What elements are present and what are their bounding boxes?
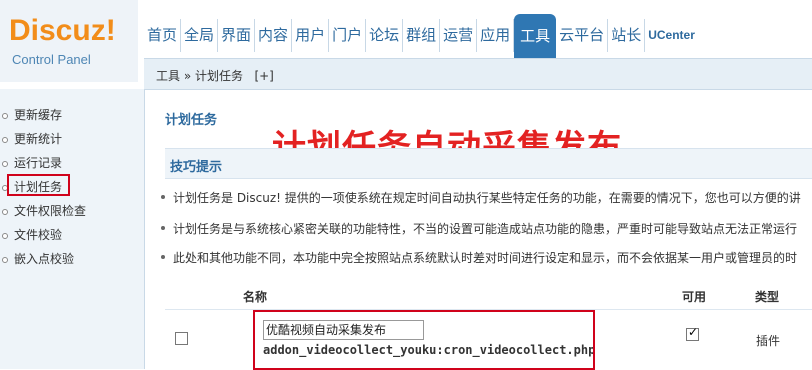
tips-header: 技巧提示 <box>165 148 812 179</box>
nav-operations[interactable]: 运营 <box>440 19 478 52</box>
top-nav: 首页 全局 界面 内容 用户 门户 论坛 群组 运营 应用 工具 云平台 站长 … <box>144 14 698 58</box>
nav-home[interactable]: 首页 <box>144 19 182 52</box>
sidebar-item-label: 更新统计 <box>14 132 63 146</box>
nav-groups[interactable]: 群组 <box>403 19 441 52</box>
bullet-icon <box>161 195 165 199</box>
column-header-name: 名称 <box>243 290 268 304</box>
column-header-available: 可用 <box>682 290 707 304</box>
nav-forum[interactable]: 论坛 <box>366 19 404 52</box>
breadcrumb-bar: 工具 » 计划任务 [+] <box>144 58 812 90</box>
bullet-icon <box>161 226 165 230</box>
bullet-icon <box>2 137 8 143</box>
nav-webmaster[interactable]: 站长 <box>608 19 646 52</box>
sidebar-item-label: 运行记录 <box>14 156 63 170</box>
nav-ucenter[interactable]: UCenter <box>645 19 698 52</box>
sidebar: 更新缓存 更新统计 运行记录 计划任务 文件权限检查 文件校验 嵌入点校验 <box>0 89 145 369</box>
sidebar-item-label: 更新缓存 <box>14 108 63 122</box>
nav-interface[interactable]: 界面 <box>218 19 256 52</box>
sidebar-item-label: 文件权限检查 <box>14 204 87 218</box>
breadcrumb-expand[interactable]: [+] <box>254 69 273 83</box>
nav-tools[interactable]: 工具 <box>514 14 557 58</box>
tip-text: 此处和其他功能不同，本功能中完全按照站点系统默认时差对时间进行设定和显示，而不会… <box>173 251 798 265</box>
annotation-highlight-row <box>253 310 595 370</box>
tip-item: 计划任务是与系统核心紧密关联的功能特性，不当的设置可能造成站点功能的隐患，严重时… <box>161 220 798 237</box>
nav-global[interactable]: 全局 <box>181 19 219 52</box>
logo-subtitle: Control Panel <box>12 52 91 67</box>
bullet-icon <box>2 113 8 119</box>
nav-cloud[interactable]: 云平台 <box>556 19 609 52</box>
logo-brand: Discuz! <box>9 14 116 47</box>
nav-users[interactable]: 用户 <box>292 19 330 52</box>
checkmark-icon: ✓ <box>688 325 699 339</box>
breadcrumb-path: 工具 » 计划任务 <box>156 69 243 83</box>
nav-portal[interactable]: 门户 <box>329 19 367 52</box>
available-checkbox[interactable]: ✓ <box>686 325 699 341</box>
sidebar-item-label: 嵌入点校验 <box>14 252 75 266</box>
tips-title: 技巧提示 <box>170 160 223 175</box>
header: Discuz! Control Panel 首页 全局 界面 内容 用户 门户 … <box>0 0 812 90</box>
tip-text: 计划任务是 Discuz! 提供的一项使系统在规定时间自动执行某些特定任务的功能… <box>173 191 801 205</box>
bullet-icon <box>2 209 8 215</box>
bullet-icon <box>2 257 8 263</box>
row-select-checkbox[interactable] <box>175 332 188 345</box>
task-type: 插件 <box>756 334 781 348</box>
annotation-highlight-sidebar <box>7 174 70 196</box>
bullet-icon <box>161 255 165 259</box>
nav-content[interactable]: 内容 <box>255 19 293 52</box>
breadcrumb: 工具 » 计划任务 [+] <box>156 67 274 84</box>
page-title: 计划任务 <box>165 113 218 128</box>
main-content: 计划任务 计划任务自动采集发布 技巧提示 计划任务是 Discuz! 提供的一项… <box>145 89 812 370</box>
bullet-icon <box>2 161 8 167</box>
nav-apps[interactable]: 应用 <box>477 19 515 52</box>
tip-item: 此处和其他功能不同，本功能中完全按照站点系统默认时差对时间进行设定和显示，而不会… <box>161 249 798 266</box>
logo[interactable]: Discuz! Control Panel <box>0 0 138 82</box>
table-header: 名称 可用 类型 <box>165 284 812 306</box>
sidebar-item-label: 文件校验 <box>14 228 63 242</box>
tip-item: 计划任务是 Discuz! 提供的一项使系统在规定时间自动执行某些特定任务的功能… <box>161 189 801 206</box>
table-row: 优酷视频自动采集发布 addon_videocollect_youku:cron… <box>165 309 812 370</box>
bullet-icon <box>2 233 8 239</box>
column-header-type: 类型 <box>755 290 780 304</box>
tip-text: 计划任务是与系统核心紧密关联的功能特性，不当的设置可能造成站点功能的隐患，严重时… <box>173 222 798 236</box>
